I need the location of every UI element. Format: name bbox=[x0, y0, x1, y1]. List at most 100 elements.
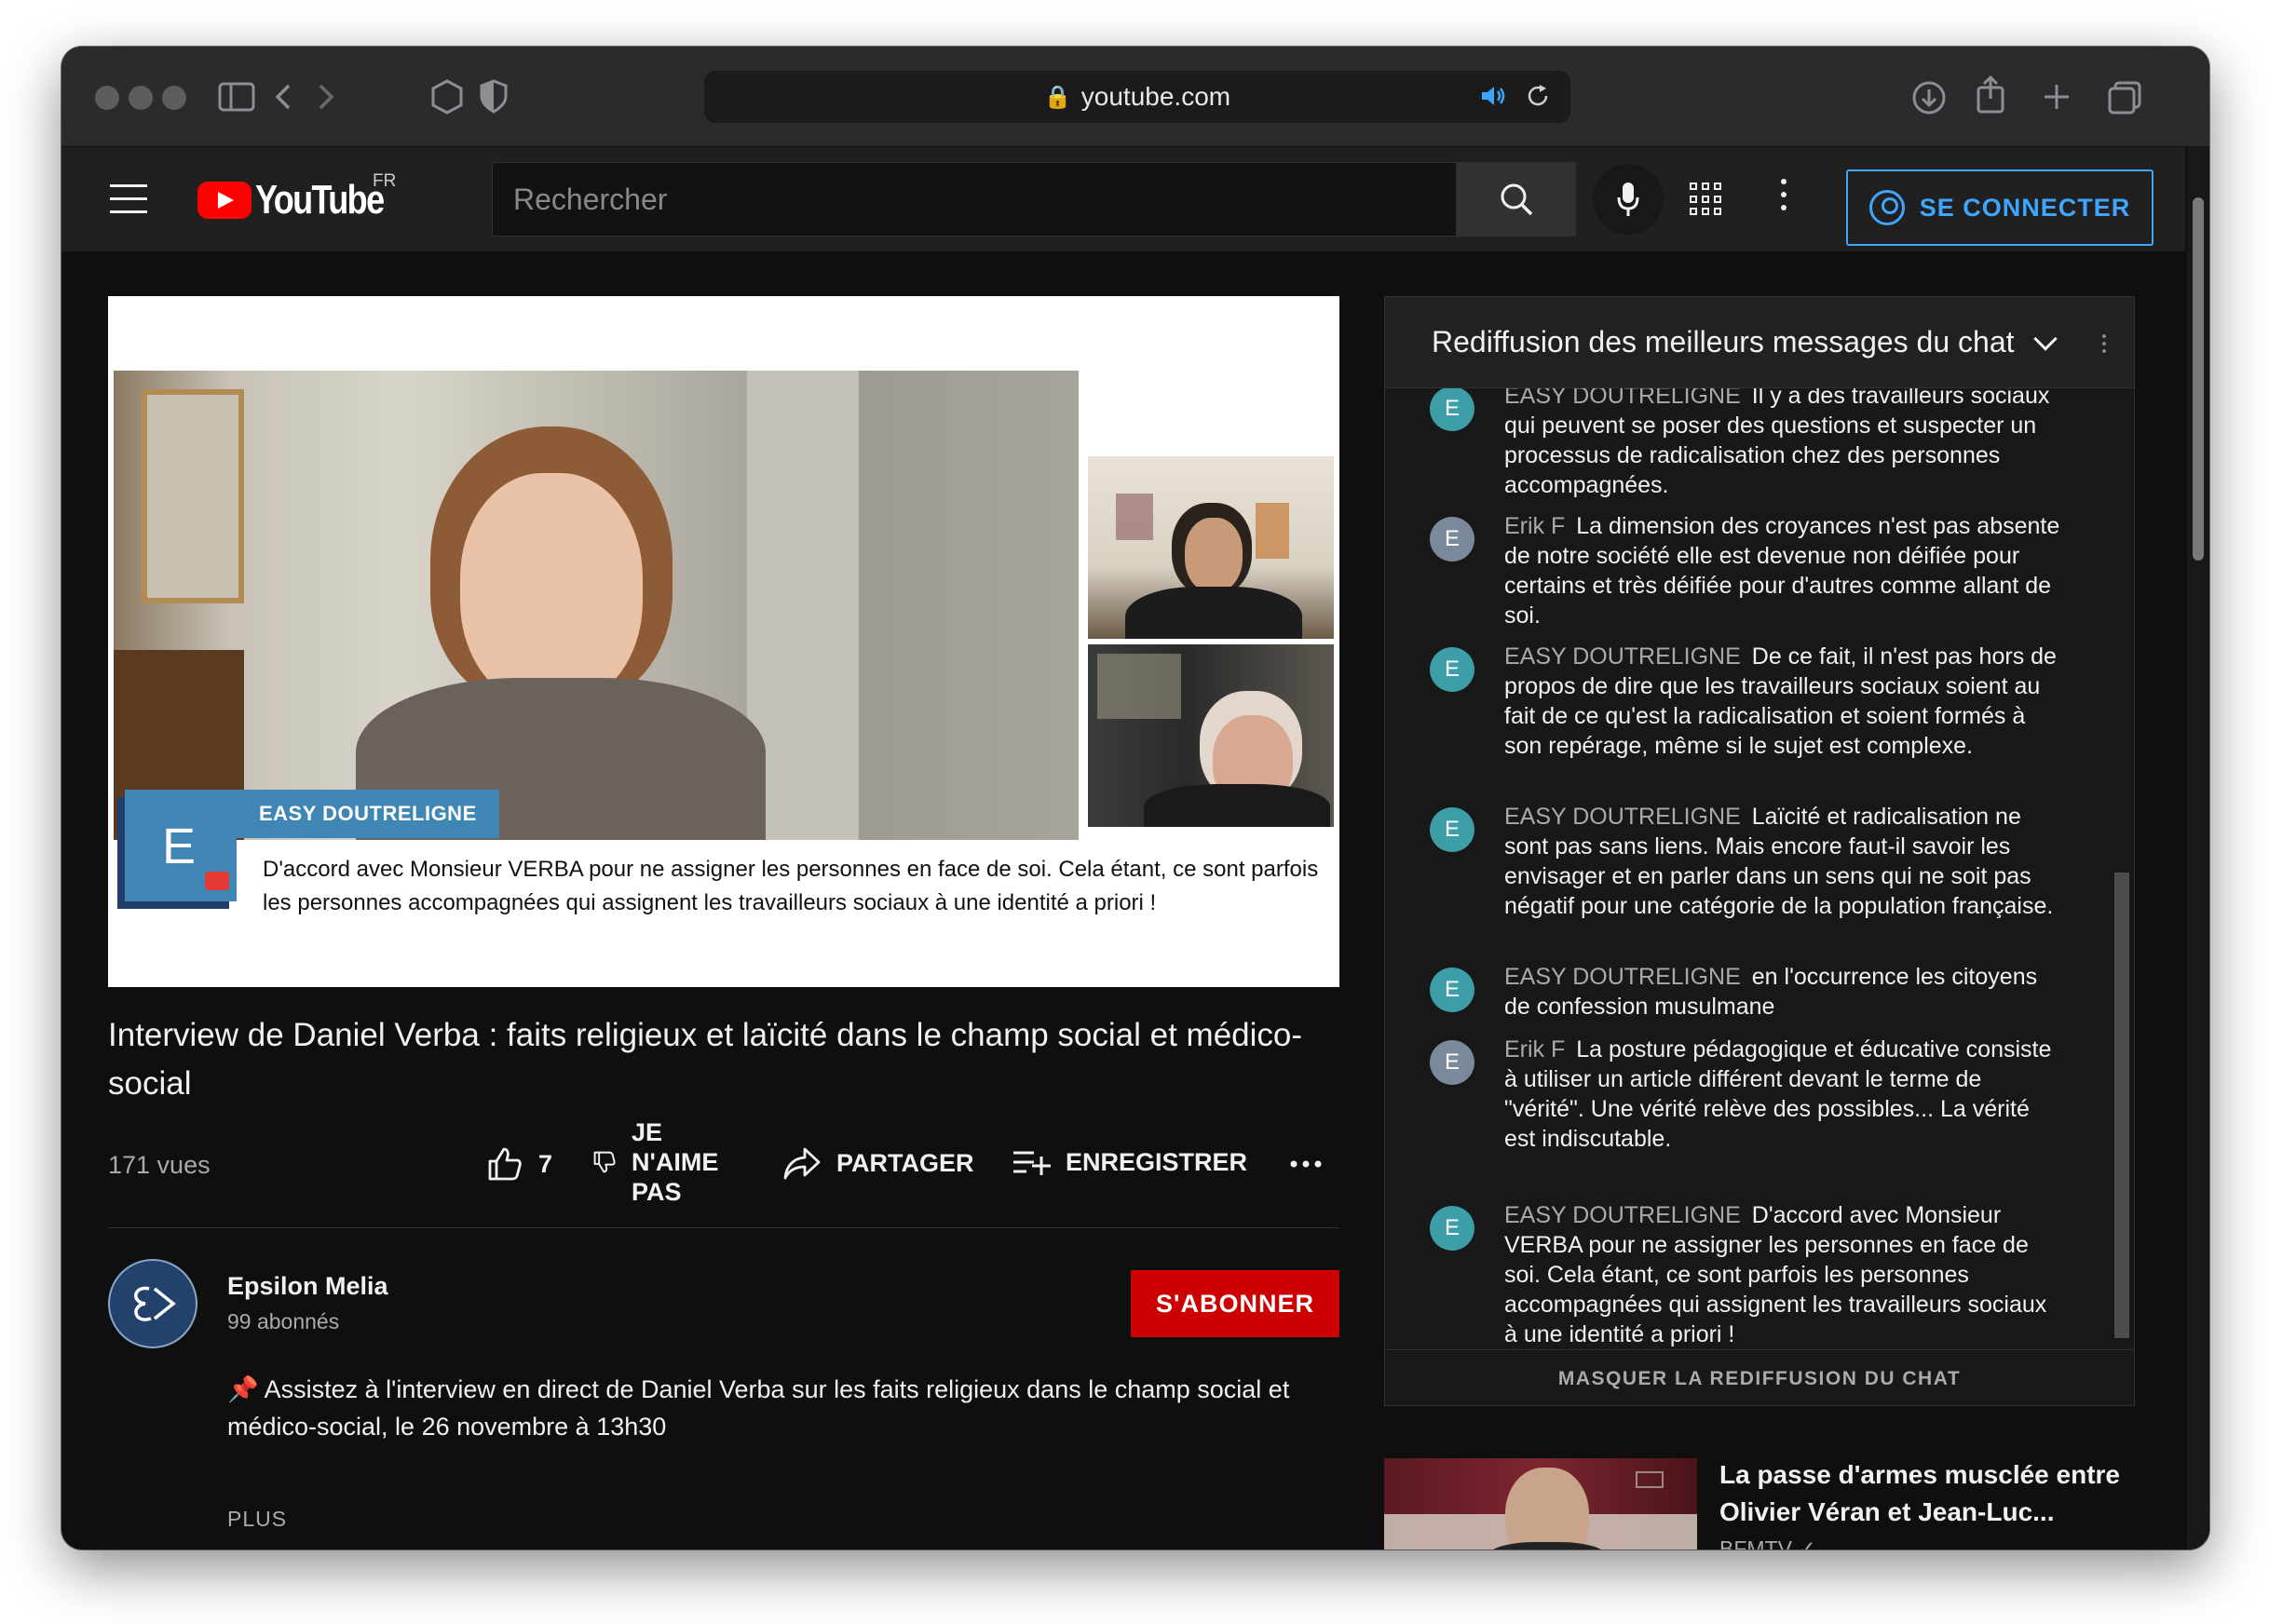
url-text: youtube.com bbox=[1080, 82, 1231, 111]
chat-message-body: EASY DOUTRELIGNE De ce fait, il n'est pas… bbox=[1504, 642, 2063, 761]
chat-author-avatar[interactable]: E bbox=[1430, 1206, 1474, 1251]
chat-author-name[interactable]: Erik F bbox=[1504, 1036, 1565, 1062]
subscribe-button[interactable]: S'ABONNER bbox=[1131, 1270, 1339, 1337]
participant-webcam-1 bbox=[1088, 456, 1334, 639]
chat-author-avatar[interactable]: E bbox=[1430, 968, 1474, 1012]
chat-message-body: EASY DOUTRELIGNE en l'occurrence les cito… bbox=[1504, 962, 2063, 1022]
chat-author-name[interactable]: EASY DOUTRELIGNE bbox=[1504, 643, 1741, 670]
chat-message-body: Erik F La posture pédagogique et éducativ… bbox=[1504, 1035, 2063, 1154]
subscriber-count: 99 abonnés bbox=[227, 1309, 340, 1333]
hide-chat-replay-button[interactable]: MASQUER LA REDIFFUSION DU CHAT bbox=[1385, 1349, 2134, 1405]
channel-logo-badge: E bbox=[125, 790, 237, 901]
back-arrow-icon[interactable] bbox=[272, 82, 294, 112]
search-placeholder: Rechercher bbox=[513, 182, 668, 216]
chat-author-name[interactable]: EASY DOUTRELIGNE bbox=[1504, 964, 1741, 990]
chat-author-avatar[interactable]: E bbox=[1430, 1040, 1474, 1085]
chat-author-name[interactable]: EASY DOUTRELIGNE bbox=[1504, 388, 1741, 409]
save-label: ENREGISTRER bbox=[1066, 1147, 1248, 1176]
privacy-report-icon[interactable] bbox=[428, 78, 466, 115]
more-actions-button[interactable] bbox=[1287, 1145, 1325, 1183]
youtube-masthead: YouTube FR Rechercher SE CONNECTER bbox=[61, 147, 2185, 251]
browser-toolbar: 🔒 youtube.com bbox=[61, 47, 2209, 147]
sign-in-button[interactable]: SE CONNECTER bbox=[1846, 169, 2154, 246]
view-count: 171 vues bbox=[108, 1151, 211, 1179]
shield-icon[interactable] bbox=[479, 78, 509, 115]
download-icon[interactable] bbox=[1911, 80, 1947, 115]
dislike-button[interactable]: JE N'AIME PAS bbox=[592, 1117, 734, 1207]
window-zoom-button[interactable] bbox=[162, 86, 186, 110]
recommended-video-channel[interactable]: BFMTV ✓ bbox=[1719, 1536, 1816, 1550]
channel-avatar[interactable] bbox=[108, 1259, 197, 1348]
logo-letter: E bbox=[162, 819, 197, 874]
chat-author-avatar[interactable]: E bbox=[1430, 647, 1474, 692]
share-button[interactable]: PARTAGER bbox=[782, 1145, 974, 1181]
dislike-label: JE N'AIME PAS bbox=[632, 1118, 719, 1206]
video-player[interactable]: E EASY DOUTRELIGNE D'accord avec Monsieu… bbox=[108, 296, 1339, 987]
like-button[interactable]: 7 bbox=[486, 1145, 552, 1183]
chat-author-avatar[interactable]: E bbox=[1430, 388, 1474, 431]
address-bar[interactable]: 🔒 youtube.com bbox=[704, 71, 1570, 123]
chat-replay-panel: Rediffusion des meilleurs messages du ch… bbox=[1384, 296, 2135, 1406]
new-tab-plus-icon[interactable] bbox=[2042, 82, 2072, 112]
chat-more-icon[interactable] bbox=[2102, 334, 2108, 357]
more-horizontal-icon bbox=[1290, 1160, 1322, 1168]
logo-text: YouTube bbox=[255, 177, 385, 223]
video-description: 📌 Assistez à l'interview en direct de Da… bbox=[227, 1375, 1290, 1441]
recommended-video-thumbnail[interactable] bbox=[1384, 1458, 1697, 1550]
page-scrollbar-thumb[interactable] bbox=[2193, 197, 2204, 561]
forward-arrow-icon[interactable] bbox=[315, 82, 337, 112]
youtube-badge-icon bbox=[205, 872, 229, 890]
chat-message-body: Erik F La dimension des croyances n'est p… bbox=[1504, 511, 2063, 630]
lock-icon: 🔒 bbox=[1043, 84, 1072, 110]
region-code: FR bbox=[373, 171, 397, 191]
caption-text: D'accord avec Monsieur VERBA pour ne ass… bbox=[263, 857, 1319, 915]
share-icon[interactable] bbox=[1975, 74, 2006, 114]
sign-in-label: SE CONNECTER bbox=[1919, 193, 2131, 222]
chat-author-avatar[interactable]: E bbox=[1430, 517, 1474, 562]
chat-author-name[interactable]: EASY DOUTRELIGNE bbox=[1504, 804, 1741, 830]
reload-icon[interactable] bbox=[1524, 82, 1552, 110]
chat-author-name[interactable]: EASY DOUTRELIGNE bbox=[1504, 1202, 1741, 1228]
tab-overview-icon[interactable] bbox=[2107, 80, 2142, 115]
hamburger-menu-icon[interactable] bbox=[110, 184, 147, 214]
page-scrollbar[interactable] bbox=[2187, 147, 2209, 1550]
apps-grid-icon[interactable] bbox=[1688, 181, 1725, 218]
speaker-icon[interactable] bbox=[1479, 82, 1507, 110]
search-button[interactable] bbox=[1457, 162, 1576, 237]
main-webcam-feed bbox=[114, 371, 1079, 840]
chat-author-avatar[interactable]: E bbox=[1430, 807, 1474, 852]
microphone-icon bbox=[1617, 183, 1639, 216]
window-close-button[interactable] bbox=[95, 86, 119, 110]
search-icon bbox=[1501, 183, 1533, 216]
chat-author-name[interactable]: Erik F bbox=[1504, 513, 1565, 539]
epsilon-logo-icon bbox=[134, 1286, 176, 1321]
user-account-icon bbox=[1868, 190, 1905, 225]
thumbs-down-icon bbox=[593, 1151, 616, 1173]
window-minimize-button[interactable] bbox=[129, 86, 153, 110]
chat-scrollbar[interactable] bbox=[2110, 388, 2134, 1349]
share-label: PARTAGER bbox=[836, 1148, 974, 1177]
channel-name[interactable]: Epsilon Melia bbox=[227, 1272, 388, 1301]
settings-more-icon[interactable] bbox=[1781, 179, 1790, 220]
browser-window: 🔒 youtube.com YouTube FR Rechercher SE C… bbox=[61, 47, 2209, 1550]
search-input[interactable]: Rechercher bbox=[492, 162, 1457, 237]
chat-header: Rediffusion des meilleurs messages du ch… bbox=[1385, 297, 2134, 388]
chat-message-body: EASY DOUTRELIGNE D'accord avec Monsieur V… bbox=[1504, 1200, 2063, 1349]
chat-message-text: La posture pédagogique et éducative cons… bbox=[1504, 1036, 2052, 1152]
save-button[interactable]: ENREGISTRER bbox=[1012, 1145, 1247, 1179]
chat-title[interactable]: Rediffusion des meilleurs messages du ch… bbox=[1432, 325, 2015, 359]
chat-message-text: La dimension des croyances n'est pas abs… bbox=[1504, 513, 2060, 629]
chevron-down-icon[interactable] bbox=[2033, 327, 2058, 351]
video-title: Interview de Daniel Verba : faits religi… bbox=[108, 1017, 1303, 1102]
chat-message-body: EASY DOUTRELIGNE Laïcité et radicalisatio… bbox=[1504, 802, 2063, 921]
playlist-add-icon bbox=[1013, 1151, 1051, 1175]
recommended-video-title[interactable]: La passe d'armes musclée entre Olivier V… bbox=[1719, 1456, 2148, 1531]
thumbs-up-icon bbox=[488, 1147, 522, 1181]
chat-message-list[interactable]: E EASY DOUTRELIGNE Il y a des travailleurs… bbox=[1385, 388, 2106, 1349]
show-more-link[interactable]: PLUS bbox=[227, 1507, 287, 1532]
chat-scrollbar-thumb[interactable] bbox=[2114, 873, 2129, 1338]
sidebar-toggle-icon[interactable] bbox=[218, 82, 255, 112]
voice-search-button[interactable] bbox=[1593, 164, 1664, 235]
section-divider bbox=[108, 1227, 1339, 1228]
lower-third-caption: E EASY DOUTRELIGNE D'accord avec Monsieu… bbox=[125, 790, 1336, 987]
